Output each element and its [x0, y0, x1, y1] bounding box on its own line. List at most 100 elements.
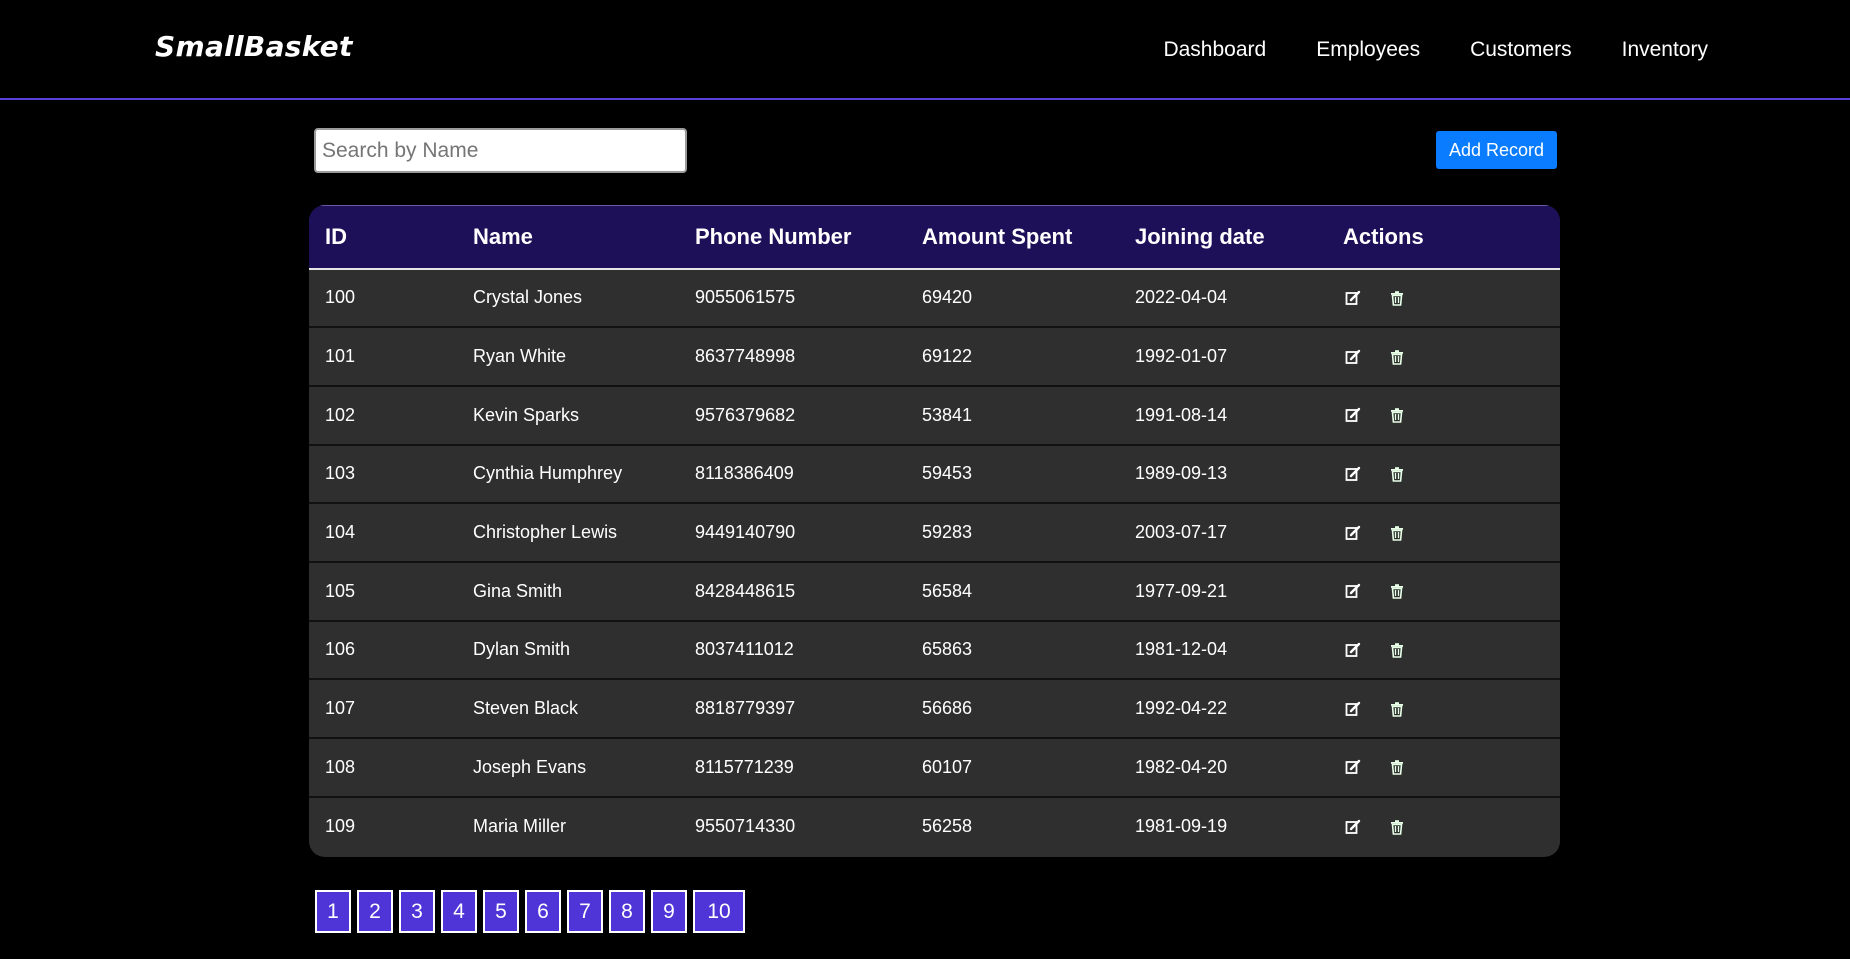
trash-icon[interactable]: [1387, 640, 1407, 660]
table-row: 106 Dylan Smith 8037411012 65863 1981-12-04: [309, 620, 1560, 680]
column-header-id[interactable]: ID: [309, 206, 473, 269]
cell-actions: [1343, 797, 1560, 856]
table-row: 101 Ryan White 8637748998 69122 1992-01-07: [309, 327, 1560, 386]
page-button[interactable]: 4: [441, 890, 477, 933]
page-button[interactable]: 6: [525, 890, 561, 933]
nav-customers[interactable]: Customers: [1470, 38, 1572, 62]
cell-phone: 8115771239: [695, 756, 794, 777]
search-input[interactable]: [314, 128, 687, 173]
page-button[interactable]: 2: [357, 890, 393, 933]
edit-icon[interactable]: [1343, 640, 1363, 660]
cell-id: 104: [325, 522, 356, 543]
row-actions: [1343, 640, 1560, 660]
cell-name: Gina Smith: [473, 580, 563, 601]
page-button[interactable]: 7: [567, 890, 603, 933]
page-button[interactable]: 10: [693, 890, 745, 933]
cell-date: 1989-09-13: [1135, 463, 1228, 484]
page-button[interactable]: 5: [483, 890, 519, 933]
cell-name: Cynthia Humphrey: [473, 463, 623, 484]
table-row: 105 Gina Smith 8428448615 56584 1977-09-21: [309, 561, 1560, 621]
cell-phone: 9055061575: [695, 287, 796, 308]
nav-dashboard[interactable]: Dashboard: [1163, 38, 1266, 62]
column-header-phone[interactable]: Phone Number: [695, 206, 922, 269]
trash-icon[interactable]: [1387, 523, 1407, 543]
edit-icon[interactable]: [1343, 288, 1363, 308]
page-button[interactable]: 3: [399, 890, 435, 933]
cell-date: 1982-04-20: [1135, 756, 1228, 777]
cell-actions: [1343, 562, 1560, 621]
trash-icon[interactable]: [1387, 347, 1407, 367]
nav-inventory[interactable]: Inventory: [1622, 38, 1708, 62]
trash-icon[interactable]: [1387, 288, 1407, 308]
trash-icon[interactable]: [1387, 757, 1407, 777]
trash-icon[interactable]: [1387, 699, 1407, 719]
column-header-amount[interactable]: Amount Spent: [922, 206, 1135, 269]
row-actions: [1343, 288, 1560, 308]
table-row: 108 Joseph Evans 8115771239 60107 1982-04-20: [309, 738, 1560, 797]
column-header-name[interactable]: Name: [473, 206, 695, 269]
cell-amount: 69122: [922, 346, 973, 367]
cell-id: 107: [325, 698, 356, 719]
cell-actions: [1343, 386, 1560, 445]
add-record-button[interactable]: Add Record: [1436, 131, 1557, 169]
trash-icon[interactable]: [1387, 817, 1407, 837]
cell-id: 105: [325, 580, 356, 601]
cell-id: 106: [325, 639, 356, 660]
row-actions: [1343, 523, 1560, 543]
edit-icon[interactable]: [1343, 699, 1363, 719]
table-header-row: ID Name Phone Number Amount Spent Joinin…: [309, 205, 1560, 269]
cell-amount: 53841: [922, 404, 973, 425]
cell-name: Crystal Jones: [473, 287, 583, 308]
nav-employees[interactable]: Employees: [1316, 38, 1420, 62]
table-row: 103 Cynthia Humphrey 8118386409 59453 1989-0…: [309, 444, 1560, 504]
cell-amount: 56258: [922, 816, 973, 837]
edit-icon[interactable]: [1343, 523, 1363, 543]
cell-actions: [1343, 679, 1560, 738]
cell-amount: 60107: [922, 756, 973, 777]
column-header-date[interactable]: Joining date: [1135, 206, 1343, 269]
edit-icon[interactable]: [1343, 817, 1363, 837]
cell-phone: 9550714330: [695, 816, 796, 837]
page-button[interactable]: 1: [315, 890, 351, 933]
cell-actions: [1343, 738, 1560, 797]
cell-name: Christopher Lewis: [473, 522, 618, 543]
page-button[interactable]: 9: [651, 890, 687, 933]
edit-icon[interactable]: [1343, 405, 1363, 425]
page-button[interactable]: 8: [609, 890, 645, 933]
main-nav: Dashboard Employees Customers Inventory: [1163, 38, 1708, 62]
cell-actions: [1343, 503, 1560, 562]
trash-icon[interactable]: [1387, 581, 1407, 601]
cell-name: Joseph Evans: [473, 756, 587, 777]
cell-id: 109: [325, 816, 356, 837]
cell-id: 101: [325, 346, 356, 367]
edit-icon[interactable]: [1343, 464, 1363, 484]
row-actions: [1343, 699, 1560, 719]
edit-icon[interactable]: [1343, 757, 1363, 777]
cell-actions: [1343, 327, 1560, 386]
cell-date: 1981-12-04: [1135, 639, 1228, 660]
customers-table: ID Name Phone Number Amount Spent Joinin…: [309, 205, 1560, 857]
edit-icon[interactable]: [1343, 347, 1363, 367]
row-actions: [1343, 581, 1560, 601]
row-actions: [1343, 347, 1560, 367]
cell-amount: 59283: [922, 522, 973, 543]
cell-phone: 8428448615: [695, 580, 796, 601]
cell-date: 1992-04-22: [1135, 698, 1228, 719]
table-row: 102 Kevin Sparks 9576379682 53841 1991-08-14: [309, 385, 1560, 445]
table-row: 107 Steven Black 8818779397 56686 1992-04-22: [309, 679, 1560, 738]
brand-logo[interactable]: SmallBasket: [155, 30, 353, 63]
cell-date: 1981-09-19: [1135, 816, 1228, 837]
row-actions: [1343, 405, 1560, 425]
table-row: 109 Maria Miller 9550714330 56258 1981-09-19: [309, 796, 1560, 856]
edit-icon[interactable]: [1343, 581, 1363, 601]
cell-amount: 69420: [922, 287, 973, 308]
cell-id: 103: [325, 463, 356, 484]
cell-amount: 56584: [922, 580, 973, 601]
cell-amount: 56686: [922, 698, 973, 719]
row-actions: [1343, 757, 1560, 777]
cell-actions: [1343, 269, 1560, 328]
table-row: 104 Christopher Lewis 9449140790 59283 2003-…: [309, 503, 1560, 562]
cell-amount: 59453: [922, 463, 973, 484]
trash-icon[interactable]: [1387, 405, 1407, 425]
trash-icon[interactable]: [1387, 464, 1407, 484]
